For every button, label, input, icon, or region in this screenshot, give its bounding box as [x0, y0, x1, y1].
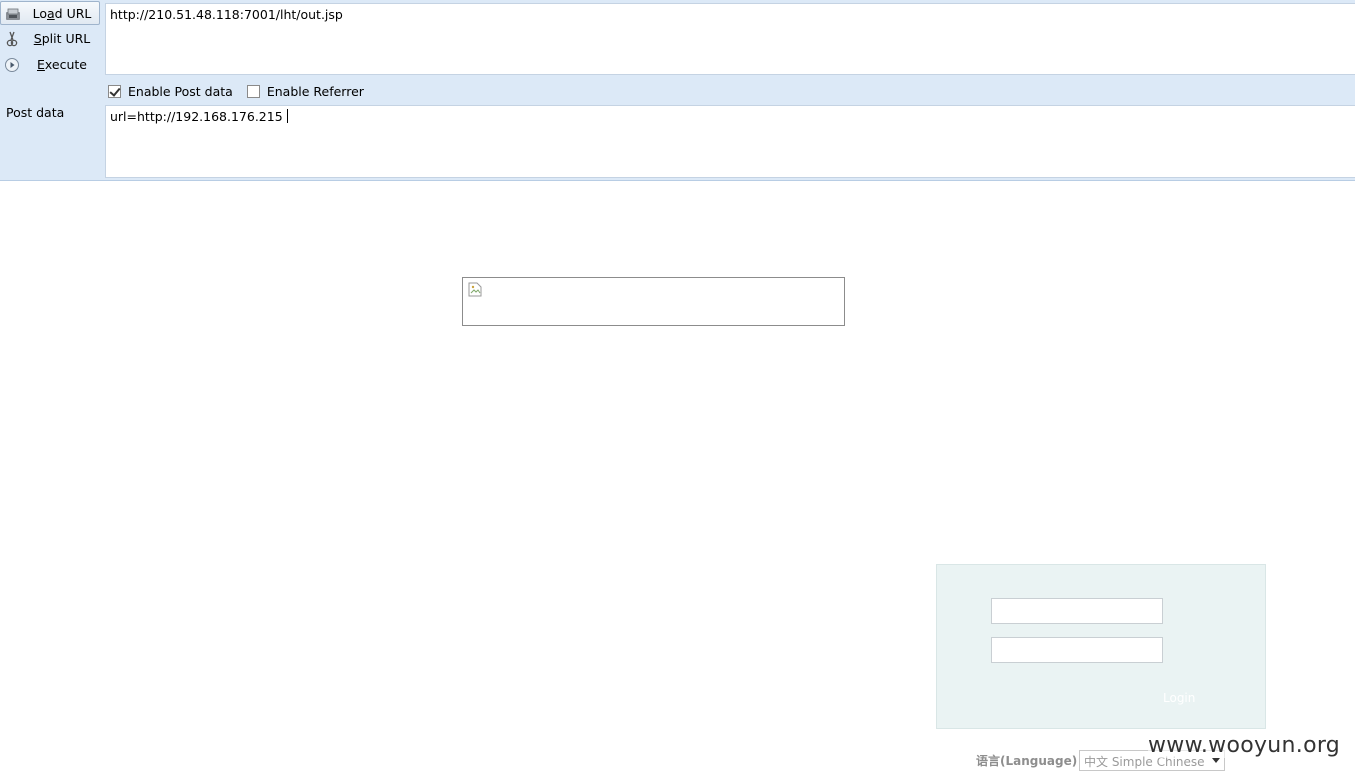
- login-button[interactable]: Login: [1163, 691, 1195, 705]
- text-caret: [286, 109, 288, 123]
- broken-image: [462, 277, 845, 326]
- execute-button[interactable]: Execute: [0, 53, 100, 77]
- split-url-button[interactable]: Split URL: [0, 27, 100, 51]
- hackbar-options: Enable Post data Enable Referrer: [108, 82, 378, 100]
- load-url-button[interactable]: Load URL: [0, 1, 100, 25]
- language-label: 语言(Language)：: [976, 754, 1090, 768]
- url-value: http://210.51.48.118:7001/lht/out.jsp: [110, 7, 343, 22]
- post-data-input[interactable]: url=http://192.168.176.215: [105, 105, 1355, 178]
- chevron-down-icon: [1212, 758, 1220, 763]
- enable-referrer-label: Enable Referrer: [266, 83, 364, 99]
- post-data-value: url=http://192.168.176.215: [110, 109, 283, 124]
- password-input[interactable]: [991, 637, 1163, 663]
- enable-post-data-checkbox[interactable]: [108, 84, 121, 98]
- username-input[interactable]: [991, 598, 1163, 624]
- enable-referrer-checkbox[interactable]: [246, 84, 260, 98]
- enable-referrer-option[interactable]: Enable Referrer: [246, 83, 364, 99]
- load-url-icon: [5, 6, 21, 22]
- play-circle-icon: [4, 57, 20, 73]
- hackbar-toolbar: Load URL Split URL Execute http://210.51…: [0, 0, 1355, 181]
- enable-post-data-option[interactable]: Enable Post data: [108, 84, 233, 99]
- scissors-icon: [4, 31, 20, 47]
- login-panel: Login: [936, 564, 1266, 729]
- broken-image-icon: [468, 282, 482, 297]
- post-data-label: Post data: [6, 105, 65, 120]
- enable-post-data-label: Enable Post data: [128, 83, 233, 99]
- url-input[interactable]: http://210.51.48.118:7001/lht/out.jsp: [105, 3, 1355, 75]
- watermark: www.wooyun.org: [1148, 733, 1341, 758]
